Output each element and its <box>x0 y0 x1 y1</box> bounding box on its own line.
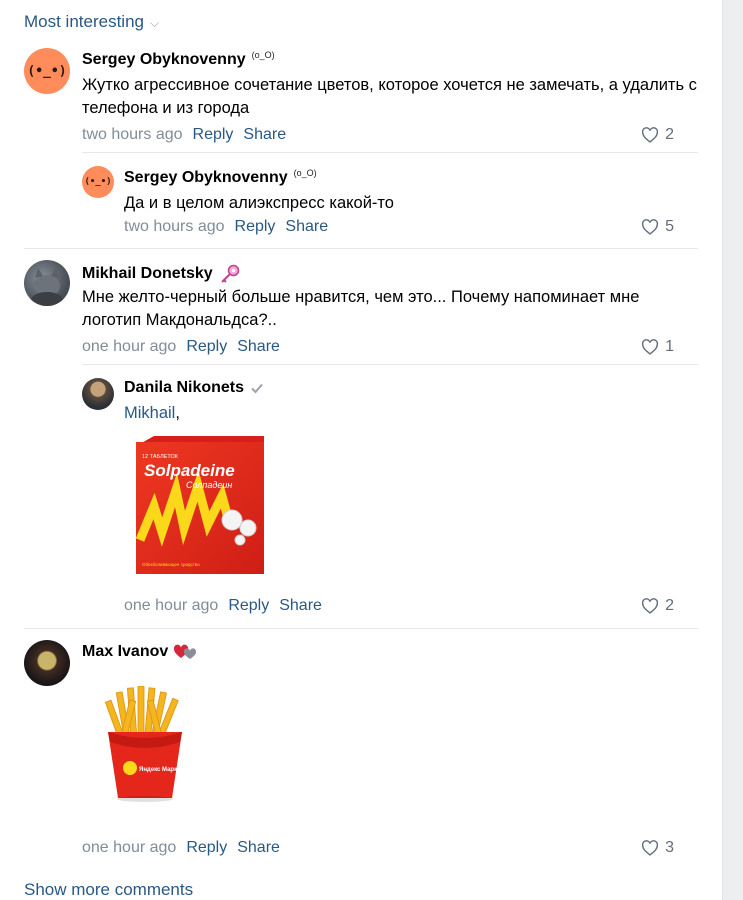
author-name: Danila Nikonets <box>124 379 245 396</box>
comment-time[interactable]: one hour ago <box>82 338 176 356</box>
like-button[interactable]: 1 <box>641 338 674 356</box>
mention-suffix: , <box>175 404 180 422</box>
reply-button[interactable]: Reply <box>193 126 234 144</box>
page-scroll-gutter <box>722 0 743 900</box>
attached-image[interactable]: 12 ТАБЛЕТОК Solpadeine Солпадеин Обезбол… <box>124 428 280 578</box>
sort-label: Most interesting <box>24 12 144 31</box>
avatar-text: (•_•) <box>27 63 67 79</box>
divider <box>82 152 698 153</box>
hearts-sticker-icon <box>174 644 197 659</box>
share-button[interactable]: Share <box>279 597 322 615</box>
comment-text: Да и в целом алиэкспресс какой-то <box>124 194 394 212</box>
author-emoticon: (o_O) <box>293 168 317 178</box>
avatar[interactable] <box>24 640 70 686</box>
fries-image: Яндекс Маркет <box>104 685 183 802</box>
mention-link[interactable]: Mikhail <box>124 404 175 422</box>
share-button[interactable]: Share <box>237 338 280 356</box>
avatar[interactable]: (•_•) <box>82 166 114 198</box>
divider <box>24 628 698 629</box>
like-count: 2 <box>665 597 674 614</box>
cup-brand: Яндекс Маркет <box>139 767 183 773</box>
box-bottom-text: Обезболивающее средство <box>142 562 200 567</box>
author-name: Max Ivanov <box>82 643 169 660</box>
chevron-down-icon: ⌵ <box>150 15 160 30</box>
author-name: Sergey Obyknovenny <box>82 51 246 68</box>
author-name: Sergey Obyknovenny <box>124 169 288 186</box>
like-button[interactable]: 5 <box>641 218 674 236</box>
reply-button[interactable]: Reply <box>235 218 276 236</box>
like-count: 2 <box>665 126 674 143</box>
comment-author[interactable]: Sergey Obyknovenny (o_O) <box>124 168 317 187</box>
box-brand: Solpadeine <box>144 461 235 480</box>
comment-meta: one hour ago Reply Share <box>124 597 322 615</box>
comment-meta: one hour ago Reply Share <box>82 839 280 857</box>
verified-check-icon <box>251 383 263 394</box>
share-button[interactable]: Share <box>243 126 286 144</box>
comment-time[interactable]: two hours ago <box>124 218 225 236</box>
comment-meta: one hour ago Reply Share <box>82 338 280 356</box>
share-button[interactable]: Share <box>237 839 280 857</box>
like-button[interactable]: 2 <box>641 126 674 144</box>
comment-time[interactable]: two hours ago <box>82 126 183 144</box>
comment-author[interactable]: Sergey Obyknovenny (o_O) <box>82 50 275 69</box>
like-count: 5 <box>665 218 674 235</box>
heart-icon <box>642 127 659 143</box>
like-button[interactable]: 2 <box>641 597 674 615</box>
comment-time[interactable]: one hour ago <box>82 839 176 857</box>
comment-time[interactable]: one hour ago <box>124 597 218 615</box>
heart-icon <box>642 598 659 614</box>
comment-text: Жутко агрессивное сочетание цветов, кото… <box>82 76 697 117</box>
box-brand-sub: Солпадеин <box>186 480 232 490</box>
avatar[interactable] <box>24 260 70 306</box>
author-name: Mikhail Donetsky <box>82 265 213 282</box>
like-button[interactable]: 3 <box>641 839 674 857</box>
like-count: 1 <box>665 338 674 355</box>
comment-author[interactable]: Mikhail Donetsky <box>82 263 241 285</box>
comment-text: Мне желто-черный больше нравится, чем эт… <box>82 288 640 329</box>
show-more-comments-link[interactable]: Show more comments <box>24 880 193 900</box>
heart-icon <box>642 339 659 355</box>
divider <box>82 364 698 365</box>
divider <box>24 248 698 249</box>
attached-image[interactable]: Яндекс Маркет <box>98 685 192 802</box>
avatar-text: (•_•) <box>84 177 112 187</box>
box-tag: 12 ТАБЛЕТОК <box>142 454 179 460</box>
cat-photo-icon <box>31 268 63 306</box>
avatar[interactable]: (•_•) <box>24 48 70 94</box>
heart-icon <box>642 840 659 856</box>
comment-meta: two hours ago Reply Share <box>124 218 328 236</box>
reply-button[interactable]: Reply <box>228 597 269 615</box>
comment-meta: two hours ago Reply Share <box>82 126 286 144</box>
comment-author[interactable]: Max Ivanov <box>82 643 198 661</box>
solpadeine-box-image: 12 ТАБЛЕТОК Solpadeine Солпадеин Обезбол… <box>135 436 264 574</box>
share-button[interactable]: Share <box>285 218 328 236</box>
sort-dropdown[interactable]: Most interesting ⌵ <box>24 12 159 32</box>
author-emoticon: (o_O) <box>251 50 275 60</box>
reply-button[interactable]: Reply <box>186 839 227 857</box>
avatar[interactable] <box>82 378 114 410</box>
comment-text: Mikhail, <box>124 402 743 425</box>
like-count: 3 <box>665 839 674 856</box>
key-sticker-icon <box>220 264 239 283</box>
heart-icon <box>642 219 659 235</box>
reply-button[interactable]: Reply <box>186 338 227 356</box>
comment-author[interactable]: Danila Nikonets <box>124 379 264 397</box>
